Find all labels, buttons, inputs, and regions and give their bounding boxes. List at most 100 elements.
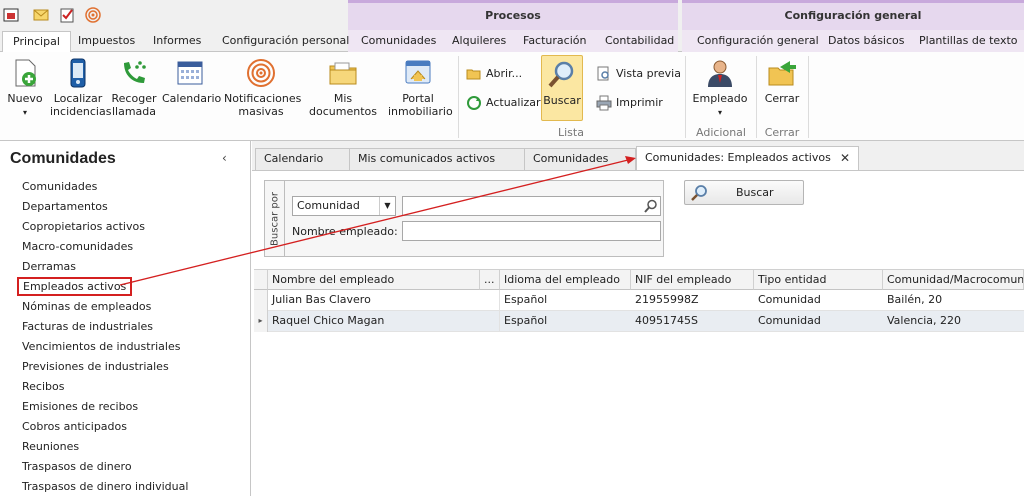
nav-item-derramas[interactable]: Derramas [22, 260, 76, 273]
nav-item-emisiones[interactable]: Emisiones de recibos [22, 400, 138, 413]
chevron-down-icon[interactable]: ▼ [379, 197, 395, 215]
nav-item-comunidades[interactable]: Comunidades [22, 180, 97, 193]
recoger-llamada-button[interactable]: Recoger llamada [110, 57, 158, 118]
open-folder-icon [466, 69, 481, 80]
nav-item-recibos[interactable]: Recibos [22, 380, 64, 393]
notificaciones-masivas-button[interactable]: Notificaciones masivas [224, 57, 302, 118]
ribbon: Nuevo ▾ Localizar incidencias Recoger ll… [0, 52, 1024, 141]
doc-tab-comunidades[interactable]: Comunidades [524, 148, 636, 170]
table-cell[interactable]: Valencia, 220 [883, 311, 1024, 332]
employee-icon [708, 60, 732, 87]
tab-impuestos[interactable]: Impuestos [78, 32, 135, 52]
table-cell[interactable]: 40951745S [631, 311, 754, 332]
tab-plantillas-de-texto[interactable]: Plantillas de texto [919, 32, 1018, 52]
doc-tab-empleados-activos[interactable]: Comunidades: Empleados activos ✕ [636, 146, 859, 171]
nav-item-previsiones[interactable]: Previsiones de industriales [22, 360, 169, 373]
empleado-label: Empleado [692, 92, 748, 105]
calendario-label: Calendario [162, 92, 222, 105]
portal-inmobiliario-button[interactable]: Portal inmobiliario [388, 57, 453, 118]
table-cell[interactable] [480, 311, 500, 332]
nav-item-empleados-activos[interactable]: Empleados activos [17, 277, 133, 296]
nav-item-macro-comunidades[interactable]: Macro-comunidades [22, 240, 133, 253]
tab-configuracion-general[interactable]: Configuración general [697, 32, 819, 52]
close-icon[interactable]: ✕ [840, 147, 850, 169]
empleado-button[interactable]: Empleado ▾ [692, 57, 748, 119]
documentos-label: Mis documentos [309, 92, 377, 118]
column-header-nombre[interactable]: Nombre del empleado [268, 269, 480, 290]
column-header-comunidad[interactable]: Comunidad/Macrocomunidad [883, 269, 1024, 290]
nav-item-facturas-industriales[interactable]: Facturas de industriales [22, 320, 153, 333]
tab-comunidades[interactable]: Comunidades [361, 32, 436, 52]
tab-contabilidad[interactable]: Contabilidad [605, 32, 674, 52]
column-header-more[interactable]: ... [480, 269, 500, 290]
row-selector-icon[interactable]: ▸ [254, 311, 268, 332]
nav-item-copropietarios[interactable]: Copropietarios activos [22, 220, 145, 233]
tab-principal[interactable]: Principal [2, 31, 71, 53]
cerrar-button[interactable]: Cerrar [760, 57, 804, 105]
table-cell[interactable]: 21955998Z [631, 290, 754, 311]
actualizar-label: Actualizar [486, 96, 541, 109]
doc-tab-mis-comunicados[interactable]: Mis comunicados activos [349, 148, 525, 170]
portal-label: Portal inmobiliario [388, 92, 453, 118]
group-label-cerrar: Cerrar [764, 126, 800, 139]
chevron-down-icon: ▾ [22, 108, 27, 117]
tab-facturacion[interactable]: Facturación [523, 32, 586, 52]
search-icon [691, 184, 707, 201]
table-cell[interactable]: Comunidad [754, 290, 883, 311]
nav-item-departamentos[interactable]: Departamentos [22, 200, 108, 213]
table-cell[interactable]: Español [500, 290, 631, 311]
nombre-empleado-input[interactable] [402, 221, 661, 241]
document-tab-strip: Calendario Mis comunicados activos Comun… [252, 141, 1024, 171]
vista-previa-button[interactable]: Vista previa [596, 64, 681, 84]
refresh-icon [467, 96, 481, 110]
search-icon[interactable] [644, 199, 658, 213]
nav-item-traspasos[interactable]: Traspasos de dinero [22, 460, 132, 473]
table-cell[interactable]: Julian Bas Clavero [268, 290, 480, 311]
task-icon[interactable] [58, 6, 76, 24]
nuevo-button[interactable]: Nuevo ▾ [4, 57, 46, 119]
new-document-icon [15, 59, 36, 87]
tab-informes[interactable]: Informes [153, 32, 201, 52]
table-cell[interactable]: Español [500, 311, 631, 332]
nav-panel-title: Comunidades [10, 150, 116, 167]
quick-access-toolbar: Procesos Configuración general [0, 0, 1024, 30]
printer-icon [596, 95, 612, 111]
nav-item-nominas[interactable]: Nóminas de empleados [22, 300, 151, 313]
abrir-label: Abrir... [486, 67, 523, 80]
localizar-label: Localizar incidencias [50, 92, 112, 118]
search-group-label: Buscar por [265, 181, 285, 256]
column-header-nif[interactable]: NIF del empleado [631, 269, 754, 290]
actualizar-button[interactable]: Actualizar [466, 93, 541, 113]
table-cell[interactable] [480, 290, 500, 311]
tab-alquileres[interactable]: Alquileres [452, 32, 506, 52]
doc-tab-calendario[interactable]: Calendario [255, 148, 351, 170]
search-comunidad-input[interactable] [402, 196, 661, 216]
column-header-tipo-entidad[interactable]: Tipo entidad [754, 269, 883, 290]
abrir-button[interactable]: Abrir... [466, 64, 522, 84]
search-group: Buscar por Comunidad ▼ Nombre empleado: [264, 180, 664, 257]
broadcast-icon[interactable] [84, 6, 102, 24]
table-cell[interactable]: Raquel Chico Magan [268, 311, 480, 332]
search-type-select[interactable]: Comunidad ▼ [292, 196, 396, 216]
notificaciones-label: Notificaciones masivas [224, 92, 302, 118]
nav-item-reuniones[interactable]: Reuniones [22, 440, 79, 453]
buscar-button-label: Buscar [736, 186, 774, 199]
column-header-idioma[interactable]: Idioma del empleado [500, 269, 631, 290]
buscar-ribbon-button[interactable]: Buscar [541, 55, 583, 121]
nav-item-cobros[interactable]: Cobros anticipados [22, 420, 127, 433]
table-cell[interactable]: Bailén, 20 [883, 290, 1024, 311]
nav-item-vencimientos[interactable]: Vencimientos de industriales [22, 340, 180, 353]
table-cell[interactable]: Comunidad [754, 311, 883, 332]
mis-documentos-button[interactable]: Mis documentos [302, 57, 384, 118]
mail-icon[interactable] [32, 6, 50, 24]
imprimir-button[interactable]: Imprimir [596, 93, 663, 113]
nav-item-traspasos-individual[interactable]: Traspasos de dinero individual [22, 480, 188, 493]
tab-datos-basicos[interactable]: Datos básicos [828, 32, 905, 52]
buscar-button[interactable]: Buscar [684, 180, 804, 205]
calendario-button[interactable]: Calendario [162, 57, 222, 105]
tab-configuracion-personal[interactable]: Configuración personal [222, 32, 349, 52]
app-icon[interactable] [2, 6, 20, 24]
localizar-incidencias-button[interactable]: Localizar incidencias [50, 57, 111, 118]
collapse-panel-icon[interactable]: ‹ [222, 151, 227, 165]
broadcast-icon [247, 59, 275, 87]
